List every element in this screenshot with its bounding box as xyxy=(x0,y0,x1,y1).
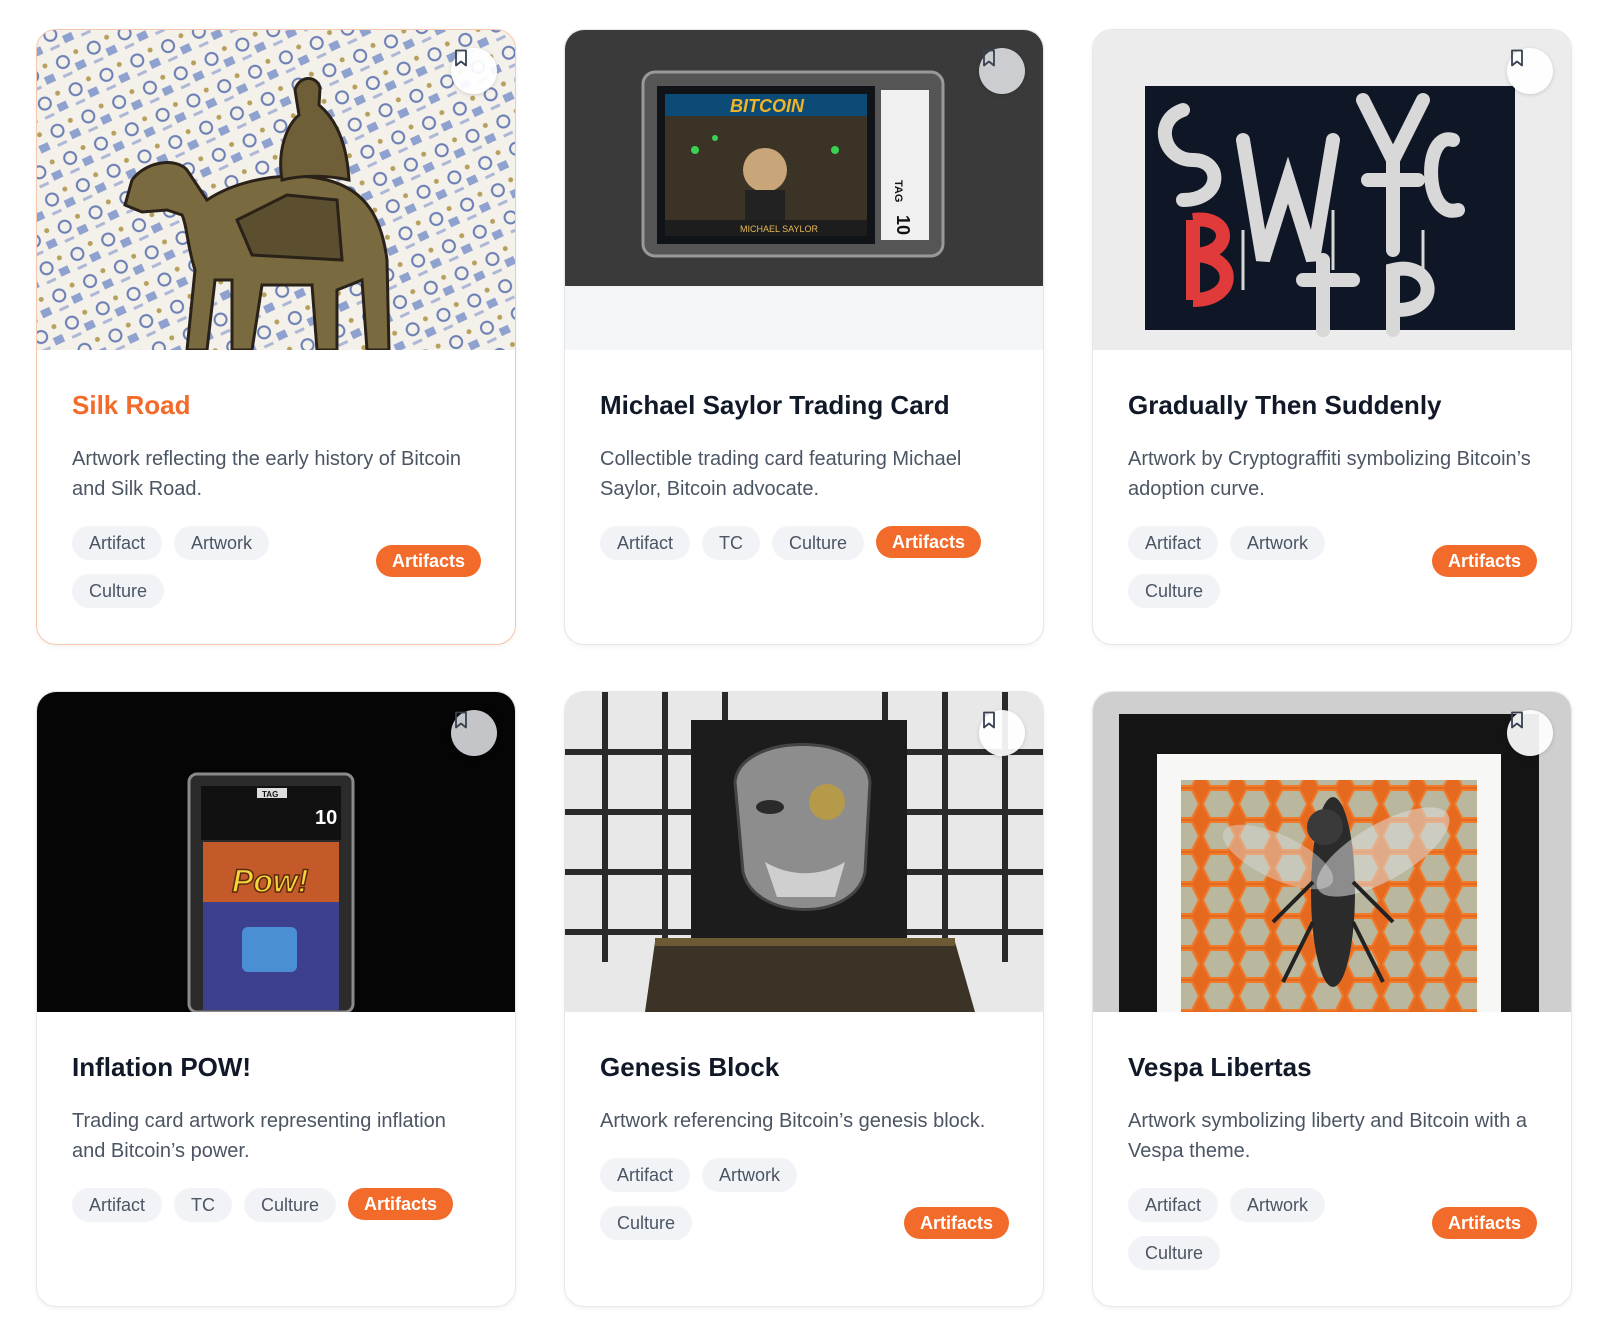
tag-artwork[interactable]: Artwork xyxy=(1230,526,1326,560)
bookmark-button[interactable] xyxy=(1507,710,1553,756)
tag-list: Artifact Artwork Culture xyxy=(600,1158,890,1240)
tag-artifact[interactable]: Artifact xyxy=(72,526,163,560)
card-art-name: MICHAEL SAYLOR xyxy=(740,224,819,234)
artifact-card-michael-saylor[interactable]: BITCOIN MICHAEL SAYLOR TAG 10 Michael Sa… xyxy=(564,29,1044,645)
tag-artwork[interactable]: Artwork xyxy=(174,526,270,560)
card-body: Gradually Then Suddenly Artwork by Crypt… xyxy=(1093,350,1571,644)
card-title[interactable]: Vespa Libertas xyxy=(1128,1050,1536,1084)
artifact-card-inflation-pow[interactable]: TAG 10 Pow! Inflation POW! Trading card … xyxy=(36,691,516,1307)
card-title[interactable]: Genesis Block xyxy=(600,1050,1008,1084)
graded-trading-card: BITCOIN MICHAEL SAYLOR TAG 10 xyxy=(565,30,1043,350)
tag-list: Artifact Artwork Culture xyxy=(1128,526,1418,608)
card-image[interactable]: TAG 10 Pow! xyxy=(37,692,515,1012)
card-brand: TAG xyxy=(892,180,904,202)
bookmark-button[interactable] xyxy=(451,710,497,756)
bookmark-button[interactable] xyxy=(1507,48,1553,94)
tag-artifact[interactable]: Artifact xyxy=(600,1158,691,1192)
category-badge[interactable]: Artifacts xyxy=(1431,1207,1537,1239)
tag-culture[interactable]: Culture xyxy=(600,1206,693,1240)
tag-artifact[interactable]: Artifact xyxy=(600,526,691,560)
tag-list: Artifact Artwork Culture xyxy=(72,526,362,608)
card-description: Trading card artwork representing inflat… xyxy=(72,1110,446,1162)
card-description: Artwork symbolizing liberty and Bitcoin … xyxy=(1128,1110,1528,1162)
card-grade: 10 xyxy=(893,215,913,235)
tag-list: Artifact TC Culture Artifacts xyxy=(72,1188,492,1222)
card-title[interactable]: Gradually Then Suddenly xyxy=(1128,388,1536,422)
tag-culture[interactable]: Culture xyxy=(772,526,865,560)
bookmark-button[interactable] xyxy=(979,710,1025,756)
category-badge[interactable]: Artifacts xyxy=(375,545,481,577)
card-brand: TAG xyxy=(262,790,278,799)
tag-tc[interactable]: TC xyxy=(702,526,761,560)
artifact-card-genesis-block[interactable]: Genesis Block Artwork referencing Bitcoi… xyxy=(564,691,1044,1307)
bookmark-icon xyxy=(1511,49,1523,67)
tag-culture[interactable]: Culture xyxy=(1128,574,1221,608)
bookmark-icon xyxy=(455,711,467,729)
card-body: Silk Road Artwork reflecting the early h… xyxy=(37,350,515,644)
artifact-card-vespa-libertas[interactable]: Vespa Libertas Artwork symbolizing liber… xyxy=(1092,691,1572,1307)
masked-face-sculpture xyxy=(565,692,1043,1012)
currency-symbol-graffiti xyxy=(1093,30,1571,350)
bookmark-button[interactable] xyxy=(451,48,497,94)
card-title[interactable]: Michael Saylor Trading Card xyxy=(600,388,1008,422)
card-body: Michael Saylor Trading Card Collectible … xyxy=(565,350,1043,644)
graded-pow-card: TAG 10 Pow! xyxy=(37,692,515,1012)
card-title[interactable]: Silk Road xyxy=(72,388,480,422)
card-art-word: Pow! xyxy=(232,863,309,899)
card-description: Collectible trading card featuring Micha… xyxy=(600,448,962,500)
category-badge[interactable]: Artifacts xyxy=(348,1188,454,1220)
tag-tc[interactable]: TC xyxy=(174,1188,233,1222)
tag-culture[interactable]: Culture xyxy=(1128,1236,1221,1270)
card-image[interactable] xyxy=(37,30,515,350)
bookmark-button[interactable] xyxy=(979,48,1025,94)
card-description: Artwork referencing Bitcoin’s genesis bl… xyxy=(600,1110,986,1132)
tag-list: Artifact Artwork Culture xyxy=(1128,1188,1418,1270)
card-description: Artwork reflecting the early history of … xyxy=(72,448,462,500)
card-image[interactable]: BITCOIN MICHAEL SAYLOR TAG 10 xyxy=(565,30,1043,350)
tag-culture[interactable]: Culture xyxy=(244,1188,337,1222)
card-description: Artwork by Cryptograffiti symbolizing Bi… xyxy=(1128,448,1531,500)
tag-artifact[interactable]: Artifact xyxy=(72,1188,163,1222)
artifact-card-gradually-then-suddenly[interactable]: Gradually Then Suddenly Artwork by Crypt… xyxy=(1092,29,1572,645)
bookmark-icon xyxy=(455,49,467,67)
tag-artwork[interactable]: Artwork xyxy=(1230,1188,1326,1222)
tag-artifact[interactable]: Artifact xyxy=(1128,526,1219,560)
card-body: Genesis Block Artwork referencing Bitcoi… xyxy=(565,1012,1043,1306)
card-body: Inflation POW! Trading card artwork repr… xyxy=(37,1012,515,1306)
bookmark-icon xyxy=(983,711,995,729)
tag-artwork[interactable]: Artwork xyxy=(702,1158,798,1192)
camel-rider-artwork xyxy=(37,30,515,350)
card-art-title: BITCOIN xyxy=(730,96,805,116)
category-badge[interactable]: Artifacts xyxy=(1431,545,1537,577)
artifact-grid: Silk Road Artwork reflecting the early h… xyxy=(36,29,1572,1307)
card-body: Vespa Libertas Artwork symbolizing liber… xyxy=(1093,1012,1571,1306)
framed-wasp-artwork xyxy=(1093,692,1571,1012)
category-badge[interactable]: Artifacts xyxy=(903,1207,1009,1239)
tag-artifact[interactable]: Artifact xyxy=(1128,1188,1219,1222)
category-badge[interactable]: Artifacts xyxy=(876,526,982,558)
card-image[interactable] xyxy=(1093,30,1571,350)
bookmark-icon xyxy=(983,49,995,67)
card-grade: 10 xyxy=(315,807,337,829)
card-image[interactable] xyxy=(1093,692,1571,1012)
artifact-card-silk-road[interactable]: Silk Road Artwork reflecting the early h… xyxy=(36,29,516,645)
card-image[interactable] xyxy=(565,692,1043,1012)
bookmark-icon xyxy=(1511,711,1523,729)
tag-list: Artifact TC Culture Artifacts xyxy=(600,526,1020,560)
card-title[interactable]: Inflation POW! xyxy=(72,1050,480,1084)
tag-culture[interactable]: Culture xyxy=(72,574,165,608)
